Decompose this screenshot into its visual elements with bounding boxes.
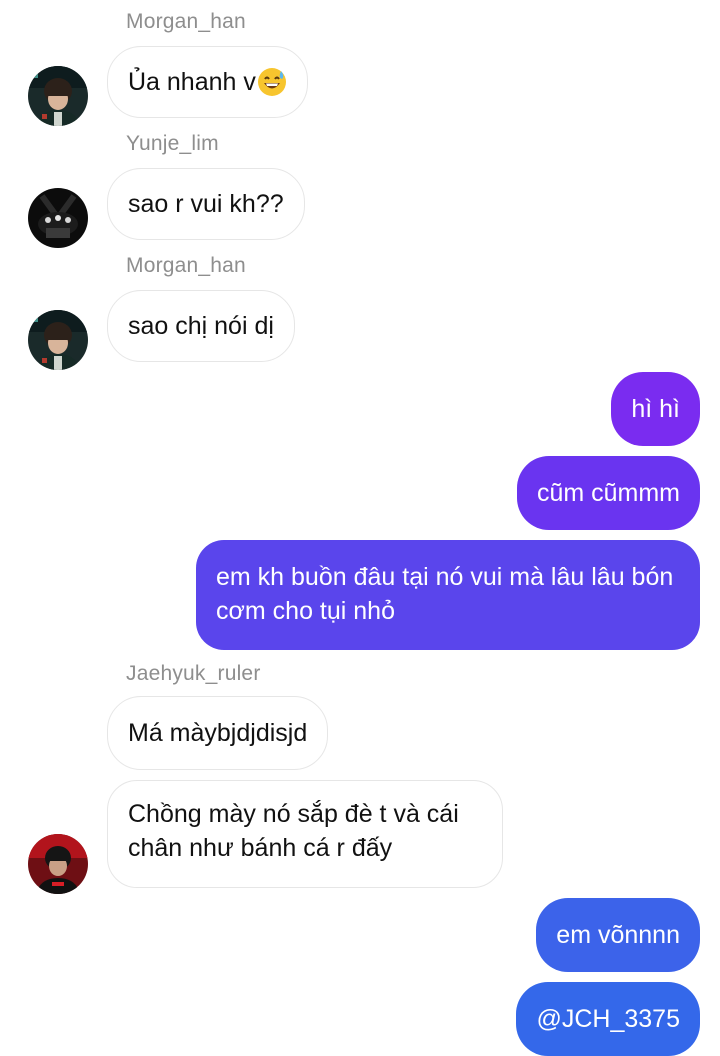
- sent-message-bubble[interactable]: em kh buồn đâu tại nó vui mà lâu lâu bón…: [196, 540, 700, 650]
- sender-name: Morgan_han: [126, 254, 246, 277]
- avatar-image: [28, 834, 88, 894]
- sender-name: Yunje_lim: [126, 132, 219, 155]
- message-text: em võnnnn: [556, 921, 680, 949]
- message-bubble[interactable]: Chồng mày nó sắp đè t và cái chân như bá…: [107, 780, 503, 888]
- message-text: @JCH_3375: [536, 1005, 680, 1033]
- sent-message-bubble[interactable]: @JCH_3375: [516, 982, 700, 1056]
- message-text: Ủa nhanh v: [128, 68, 256, 96]
- sent-message-bubble[interactable]: cũm cũmmm: [516, 456, 700, 530]
- message-text: em kh buồn đâu tại nó vui mà lâu lâu bón…: [216, 563, 674, 625]
- avatar-image: [28, 66, 88, 126]
- sender-name: Morgan_han: [126, 10, 246, 33]
- message-text: Chồng mày nó sắp đè t và cái chân như bá…: [128, 800, 459, 862]
- sent-message-bubble[interactable]: em võnnnn: [536, 898, 700, 972]
- message-text: Má màybjdjdisjd: [128, 719, 308, 747]
- message-text: sao chị nói dị: [128, 312, 274, 340]
- avatar-jaehyuk-ruler[interactable]: [28, 834, 88, 894]
- avatar-morgan-han[interactable]: [28, 310, 88, 370]
- message-text: cũm cũmmm: [536, 479, 680, 507]
- avatar-yunje-lim[interactable]: [28, 188, 88, 248]
- message-text: sao r vui kh??: [128, 190, 284, 218]
- sent-message-bubble[interactable]: hì hì: [611, 372, 700, 446]
- message-text: hì hì: [631, 395, 680, 423]
- avatar-image: [28, 310, 88, 370]
- message-bubble[interactable]: sao r vui kh??: [107, 168, 305, 240]
- message-bubble[interactable]: Má màybjdjdisjd: [107, 696, 329, 770]
- avatar-image: [28, 188, 88, 248]
- avatar-morgan-han[interactable]: [28, 66, 88, 126]
- grinning-sweat-emoji: [257, 67, 287, 97]
- message-bubble[interactable]: sao chị nói dị: [107, 290, 295, 362]
- message-bubble[interactable]: Ủa nhanh v: [107, 46, 308, 118]
- sender-name: Jaehyuk_ruler: [126, 662, 261, 685]
